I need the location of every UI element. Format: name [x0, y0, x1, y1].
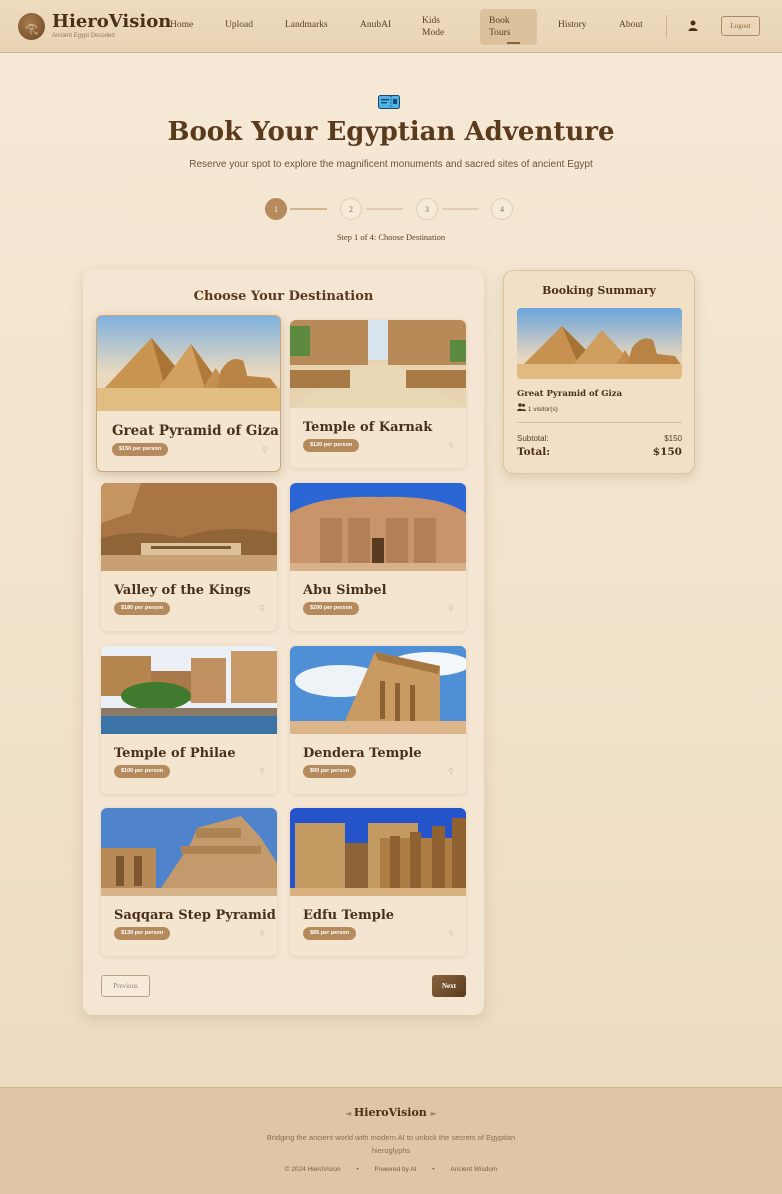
step-2: 2 [340, 198, 362, 220]
location-pin-icon: ⚲ [448, 604, 454, 613]
dendera-image [290, 646, 466, 734]
summary-visitor-count: 1 visitor(s) [527, 406, 558, 413]
destination-card-giza[interactable]: Great Pyramid of Giza $150 per person ⚲ [96, 315, 281, 472]
nav-link-history[interactable]: History [558, 20, 587, 30]
booking-summary-title: Booking Summary [542, 284, 656, 297]
summary-destination-name: Great Pyramid of Giza [517, 389, 623, 399]
previous-button[interactable]: Previous [101, 975, 150, 997]
destination-card-dendera[interactable]: Dendera Temple $90 per person ⚲ [290, 646, 466, 794]
location-pin-icon: ⚲ [259, 767, 265, 776]
destination-name: Temple of Philae [114, 746, 236, 761]
destination-price: $100 per person [114, 765, 171, 778]
footer-meta: © 2024 HieroVision • Powered by AI • Anc… [0, 1166, 782, 1173]
summary-total-row: Total: $150 [517, 446, 682, 458]
summary-destination-image [517, 308, 682, 379]
destination-name: Abu Simbel [303, 583, 387, 598]
total-value: $150 [652, 446, 682, 458]
destination-name: Saqqara Step Pyramid [114, 908, 276, 923]
step-4: 4 [491, 198, 513, 220]
destination-card-saqqara[interactable]: Saqqara Step Pyramid $130 per person ⚲ [101, 808, 277, 956]
step-3: 3 [416, 198, 438, 220]
location-pin-icon: ⚲ [448, 441, 454, 450]
destination-price: $150 per person [112, 443, 169, 456]
giza-image [97, 316, 280, 411]
destination-card-valley-of-the-kings[interactable]: Valley of the Kings $180 per person ⚲ [101, 483, 277, 631]
footer-separator: • [432, 1166, 435, 1173]
destination-name: Great Pyramid of Giza [112, 423, 279, 439]
footer-brand: ◄ HieroVision ► [0, 1106, 782, 1119]
nav-link-kids-mode[interactable]: Kids Mode [422, 15, 452, 39]
destination-card-abu-simbel[interactable]: Abu Simbel $200 per person ⚲ [290, 483, 466, 631]
step-connector [290, 208, 327, 210]
destination-name: Valley of the Kings [114, 583, 251, 598]
summary-subtotal-row: Subtotal: $150 [517, 434, 682, 443]
destination-card-karnak[interactable]: Temple of Karnak $120 per person ⚲ [290, 320, 466, 468]
visitors-icon [517, 403, 528, 413]
logout-button[interactable]: Logout [721, 16, 760, 36]
location-pin-icon: ⚲ [259, 929, 265, 938]
total-label: Total: [517, 446, 551, 458]
page-title: Book Your Egyptian Adventure [167, 117, 615, 147]
location-pin-icon: ⚲ [448, 767, 454, 776]
subtotal-value: $150 [664, 434, 682, 443]
valley-image [101, 483, 277, 571]
logo-icon[interactable]: 𓂀 [18, 13, 45, 40]
step-caption: Step 1 of 4: Choose Destination [336, 232, 446, 242]
footer-powered-by: Powered by AI [374, 1166, 417, 1173]
philae-image [101, 646, 277, 734]
user-icon[interactable] [688, 20, 698, 34]
next-button[interactable]: Next [432, 975, 466, 997]
karnak-image [290, 320, 466, 408]
footer-ornament-icon: ► [430, 1109, 437, 1118]
destination-price: $120 per person [303, 439, 360, 452]
ticket-icon [378, 95, 400, 109]
destination-price: $85 per person [303, 927, 357, 940]
footer-brand-name: HieroVision [353, 1106, 427, 1119]
location-pin-icon: ⚲ [448, 929, 454, 938]
nav-divider [666, 15, 667, 38]
destination-price: $90 per person [303, 765, 357, 778]
page-subtitle: Reserve your spot to explore the magnifi… [189, 159, 593, 170]
footer-ancient-wisdom: Ancient Wisdom [450, 1166, 498, 1173]
location-pin-icon: ⚲ [259, 604, 265, 613]
abu-simbel-image [290, 483, 466, 571]
destination-name: Edfu Temple [303, 908, 395, 923]
footer-tagline: Bridging the ancient world with modern A… [266, 1133, 516, 1155]
nav-link-landmarks[interactable]: Landmarks [285, 20, 328, 30]
subtotal-label: Subtotal: [517, 434, 549, 443]
summary-visitors: 1 visitor(s) [517, 403, 558, 413]
step-1: 1 [265, 198, 287, 220]
nav-link-book-tours[interactable]: Book Tours [489, 15, 521, 39]
destination-panel-title: Choose Your Destination [193, 289, 374, 304]
location-pin-icon: ⚲ [262, 445, 268, 454]
edfu-image [290, 808, 466, 896]
nav-active-indicator [507, 42, 520, 44]
destination-price: $130 per person [114, 927, 171, 940]
step-connector [366, 208, 403, 210]
nav-link-anubai[interactable]: AnubAI [360, 20, 391, 30]
step-connector [442, 208, 479, 210]
destination-price: $180 per person [114, 602, 171, 615]
destination-name: Temple of Karnak [303, 420, 433, 435]
footer-ornament-icon: ◄ [345, 1109, 354, 1118]
nav-link-about[interactable]: About [619, 20, 643, 30]
footer-separator: • [356, 1166, 359, 1173]
destination-card-edfu[interactable]: Edfu Temple $85 per person ⚲ [290, 808, 466, 956]
destination-price: $200 per person [303, 602, 360, 615]
footer-copyright: © 2024 HieroVision [284, 1166, 341, 1173]
summary-divider [517, 422, 682, 423]
nav-link-upload[interactable]: Upload [225, 20, 253, 30]
brand-name[interactable]: HieroVision [52, 11, 171, 32]
brand-tagline: Ancient Egypt Decoded [52, 33, 115, 39]
saqqara-image [101, 808, 277, 896]
destination-name: Dendera Temple [303, 746, 422, 761]
destination-card-philae[interactable]: Temple of Philae $100 per person ⚲ [101, 646, 277, 794]
nav-link-home[interactable]: Home [170, 20, 193, 30]
